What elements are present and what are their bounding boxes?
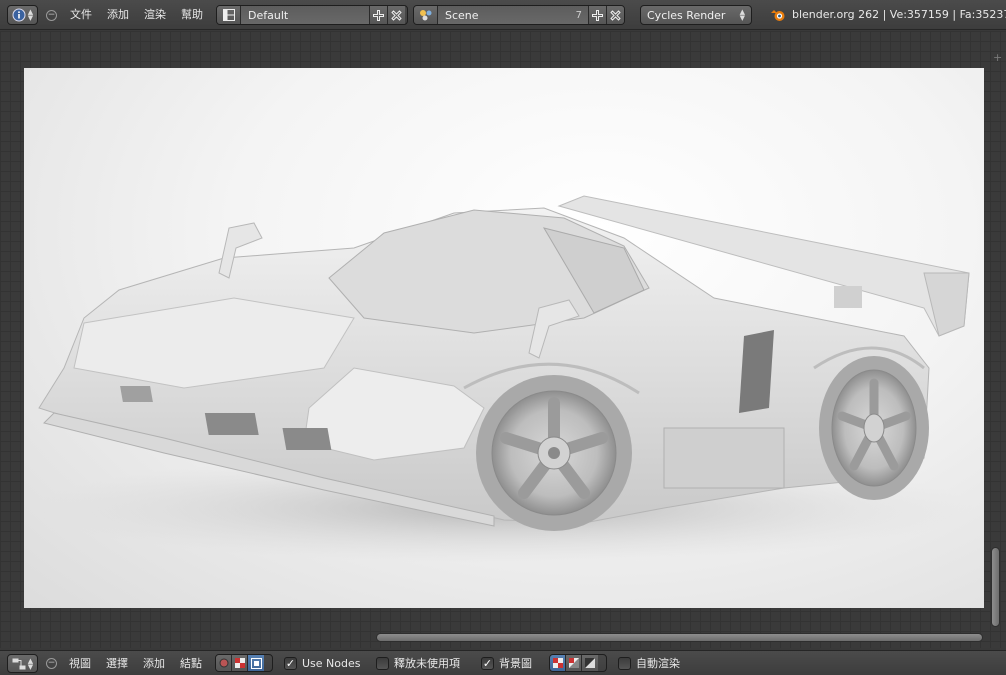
vertical-scrollbar-thumb[interactable] xyxy=(991,547,1000,627)
delete-screen-button[interactable] xyxy=(387,6,405,24)
top-header: ▲ ▼ − 文件 添加 渲染 幫助 Default Scene 7 Cycles … xyxy=(0,0,1006,30)
collapse-menus-icon[interactable]: − xyxy=(46,10,57,21)
node-editor-header: ▲ ▼ − 視圖 選擇 添加 結點 ✓ Use Nodes 釋放未使用項 ✓ 背景… xyxy=(0,650,1006,675)
menu-view[interactable]: 視圖 xyxy=(69,651,91,675)
backdrop-render-image xyxy=(24,68,984,608)
add-scene-button[interactable] xyxy=(588,6,606,24)
close-icon xyxy=(610,9,621,21)
auto-render-checkbox[interactable] xyxy=(618,657,631,670)
menu-node[interactable]: 結點 xyxy=(180,651,202,675)
backdrop-checkbox[interactable]: ✓ xyxy=(481,657,494,670)
menu-select[interactable]: 選擇 xyxy=(106,651,128,675)
chevron-updown-icon: ▲ ▼ xyxy=(27,8,34,22)
menu-help[interactable]: 幫助 xyxy=(181,0,203,30)
render-engine-selector[interactable]: Cycles Render ▲ ▼ xyxy=(640,5,752,25)
free-unused-label: 釋放未使用項 xyxy=(394,657,460,670)
plus-icon xyxy=(592,9,603,21)
free-unused-checkbox[interactable] xyxy=(376,657,389,670)
scene-name[interactable]: Scene xyxy=(438,6,566,24)
info-icon xyxy=(12,8,26,22)
use-nodes-label: Use Nodes xyxy=(302,657,361,670)
add-screen-button[interactable] xyxy=(369,6,387,24)
rgb-alpha-icon[interactable] xyxy=(550,655,566,671)
race-car-render xyxy=(34,195,974,563)
editor-type-selector[interactable]: ▲ ▼ xyxy=(7,5,38,25)
scene-statistics: blender.org 262 | Ve:357159 | Fa:352372 xyxy=(792,8,1006,21)
backdrop-channels[interactable] xyxy=(549,654,607,672)
chevron-updown-icon: ▲ ▼ xyxy=(739,8,745,22)
region-toggle-icon[interactable]: + xyxy=(993,51,1002,64)
menu-add[interactable]: 添加 xyxy=(143,651,165,675)
node-editor-viewport[interactable]: + xyxy=(0,31,1006,648)
chevron-updown-icon: ▲ ▼ xyxy=(27,656,34,671)
rgb-icon[interactable] xyxy=(566,655,582,671)
shader-node-icon[interactable] xyxy=(216,655,232,671)
close-icon xyxy=(391,9,402,21)
blender-logo-icon xyxy=(771,10,785,21)
screen-layout-selector[interactable]: Default xyxy=(216,5,408,25)
compositing-node-icon[interactable] xyxy=(248,655,264,671)
collapse-menus-icon[interactable]: − xyxy=(46,658,57,669)
backdrop-label: 背景圖 xyxy=(499,657,532,670)
menu-add[interactable]: 添加 xyxy=(107,0,129,30)
delete-scene-button[interactable] xyxy=(606,6,624,24)
plus-icon xyxy=(373,9,384,21)
scene-selector[interactable]: Scene 7 xyxy=(413,5,625,25)
texture-node-icon[interactable] xyxy=(232,655,248,671)
render-engine-label: Cycles Render xyxy=(647,8,726,22)
auto-render-label: 自動渲染 xyxy=(636,657,680,670)
alpha-icon[interactable] xyxy=(582,655,598,671)
node-tree-type-selector[interactable] xyxy=(215,654,273,672)
menu-file[interactable]: 文件 xyxy=(70,0,92,30)
screen-layout-name[interactable]: Default xyxy=(241,6,369,24)
editor-type-selector[interactable]: ▲ ▼ xyxy=(7,654,38,673)
menu-render[interactable]: 渲染 xyxy=(144,0,166,30)
use-nodes-checkbox[interactable]: ✓ xyxy=(284,657,297,670)
scene-icon[interactable] xyxy=(414,6,438,24)
layout-icon[interactable] xyxy=(217,6,241,24)
scene-users-count: 7 xyxy=(566,6,588,24)
node-editor-icon xyxy=(12,658,26,669)
horizontal-scrollbar-thumb[interactable] xyxy=(376,633,983,642)
